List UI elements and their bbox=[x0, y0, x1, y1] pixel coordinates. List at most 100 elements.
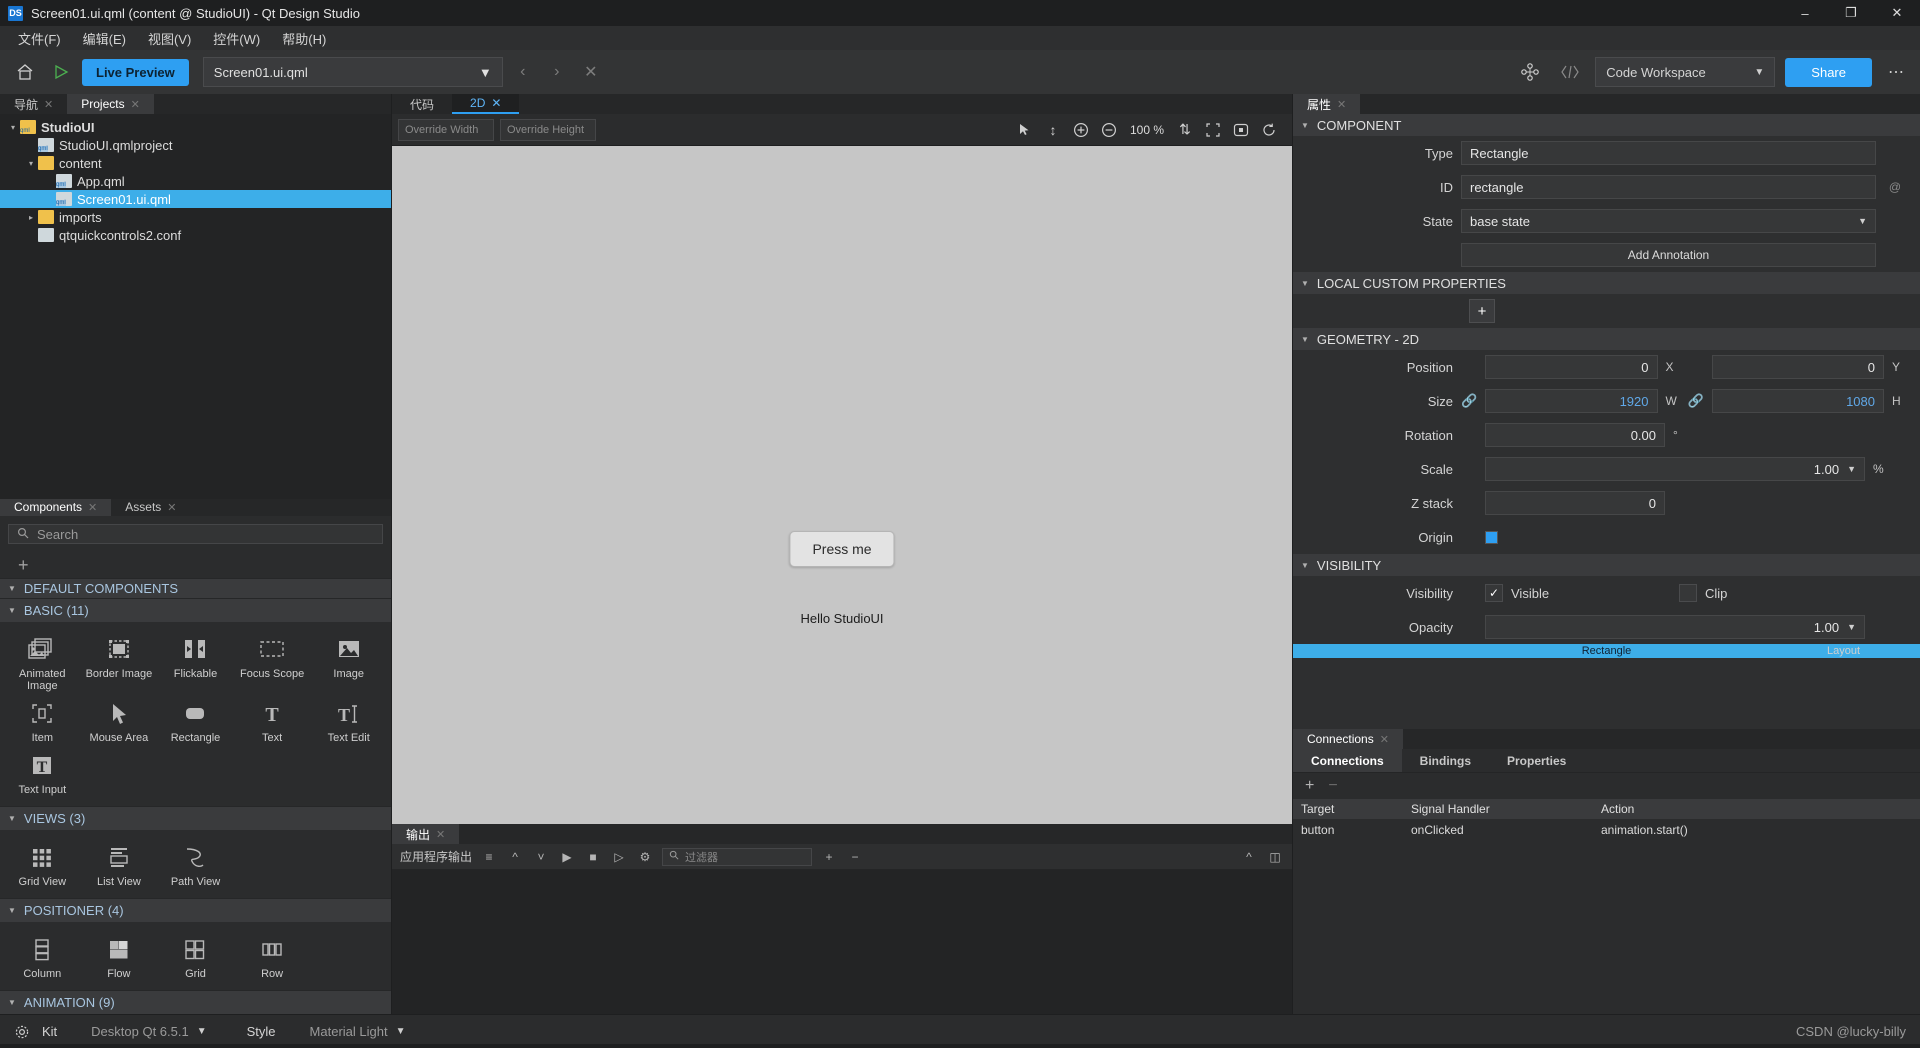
section-component[interactable]: ▼ COMPONENT bbox=[1293, 114, 1920, 136]
component-item-text-edit[interactable]: T Text Edit bbox=[310, 696, 387, 748]
output-text-area[interactable] bbox=[392, 870, 1292, 1014]
more-options-icon[interactable]: ⋯ bbox=[1882, 62, 1910, 82]
kit-selector[interactable]: Kit Desktop Qt 6.5.1 ▼ bbox=[42, 1024, 207, 1039]
tree-item-studioui[interactable]: ▾ StudioUI bbox=[0, 118, 391, 136]
component-item-animated-image[interactable]: Animated Image bbox=[4, 632, 81, 696]
component-item-rectangle[interactable]: Rectangle bbox=[157, 696, 234, 748]
nav-forward-button[interactable]: › bbox=[543, 58, 571, 86]
prev-item-icon[interactable]: ^ bbox=[506, 848, 524, 866]
component-item-flow[interactable]: Flow bbox=[81, 932, 158, 984]
visible-checkbox[interactable]: ✓ bbox=[1485, 584, 1503, 602]
close-file-button[interactable]: ✕ bbox=[577, 58, 605, 86]
section-local-custom-properties[interactable]: ▼ LOCAL CUSTOM PROPERTIES bbox=[1293, 272, 1920, 294]
zoom-level[interactable]: 100 % bbox=[1126, 123, 1168, 137]
clip-checkbox[interactable] bbox=[1679, 584, 1697, 602]
nodes-icon[interactable] bbox=[1515, 57, 1545, 87]
component-item-flickable[interactable]: Flickable bbox=[157, 632, 234, 696]
component-item-row[interactable]: Row bbox=[234, 932, 311, 984]
size-height-input[interactable]: 1080 bbox=[1711, 389, 1884, 413]
id-field[interactable]: rectangle bbox=[1461, 175, 1876, 199]
close-icon[interactable]: ✕ bbox=[491, 96, 501, 110]
press-me-button[interactable]: Press me bbox=[789, 531, 895, 567]
live-preview-button[interactable]: Live Preview bbox=[82, 58, 189, 86]
tab-components[interactable]: Components ✕ bbox=[0, 499, 112, 516]
close-icon[interactable]: ✕ bbox=[167, 501, 176, 514]
nav-back-button[interactable]: ‹ bbox=[509, 58, 537, 86]
tab-2d[interactable]: 2D ✕ bbox=[452, 94, 520, 114]
add-annotation-button[interactable]: Add Annotation bbox=[1461, 243, 1876, 267]
gear-icon[interactable]: ⚙ bbox=[636, 848, 654, 866]
section-visibility[interactable]: ▼ VISIBILITY bbox=[1293, 554, 1920, 576]
component-item-list-view[interactable]: List View bbox=[81, 840, 158, 892]
origin-swatch[interactable] bbox=[1485, 530, 1498, 544]
tab-connections[interactable]: Connections ✕ bbox=[1293, 729, 1403, 749]
opacity-input[interactable]: 1.00 ▼ bbox=[1485, 615, 1865, 639]
reset-view-icon[interactable] bbox=[1258, 119, 1280, 141]
override-height-input[interactable]: Override Height bbox=[500, 118, 596, 141]
section-header-basic[interactable]: ▼ BASIC (11) bbox=[0, 598, 391, 623]
tree-item-qtquickcontrols2-conf[interactable]: qtquickcontrols2.conf bbox=[0, 226, 391, 244]
design-canvas[interactable]: Press me Hello StudioUI bbox=[392, 146, 1292, 824]
run-icon[interactable]: ▶ bbox=[558, 848, 576, 866]
components-search[interactable]: Search bbox=[8, 523, 383, 545]
zoom-in-icon[interactable] bbox=[1070, 119, 1092, 141]
add-custom-property-button[interactable]: + bbox=[1469, 299, 1495, 323]
component-item-text-input[interactable]: T Text Input bbox=[4, 748, 81, 800]
component-item-border-image[interactable]: Border Image bbox=[81, 632, 158, 696]
remove-connection-button[interactable]: − bbox=[1328, 777, 1337, 795]
layout-label[interactable]: Layout bbox=[1827, 645, 1860, 657]
zoom-out-icon[interactable] bbox=[1098, 119, 1120, 141]
zoom-stepper-icon[interactable]: ⇅ bbox=[1174, 119, 1196, 141]
close-icon[interactable]: ✕ bbox=[131, 98, 140, 111]
project-tree[interactable]: ▾ StudioUI StudioUI.qmlproject ▾ content App.… bbox=[0, 114, 391, 499]
add-connection-button[interactable]: + bbox=[1305, 777, 1314, 795]
component-item-path-view[interactable]: Path View bbox=[157, 840, 234, 892]
tab-output[interactable]: 输出 ✕ bbox=[392, 824, 460, 844]
tab-properties[interactable]: 属性 ✕ bbox=[1293, 94, 1361, 114]
zoom-out-text-icon[interactable]: − bbox=[846, 848, 864, 866]
style-selector[interactable]: Style Material Light ▼ bbox=[247, 1024, 406, 1039]
table-row[interactable]: button onClicked animation.start() bbox=[1293, 819, 1920, 841]
collapse-output-icon[interactable]: ^ bbox=[1240, 848, 1258, 866]
close-icon[interactable]: ✕ bbox=[1380, 733, 1389, 746]
selection-strip[interactable]: Rectangle Layout bbox=[1293, 644, 1920, 658]
workspace-selector[interactable]: Code Workspace ▼ bbox=[1595, 57, 1776, 87]
component-item-mouse-area[interactable]: Mouse Area bbox=[81, 696, 158, 748]
hello-text[interactable]: Hello StudioUI bbox=[800, 611, 883, 626]
override-width-input[interactable]: Override Width bbox=[398, 118, 494, 141]
link-icon-2[interactable]: 🔗 bbox=[1688, 393, 1704, 409]
tab-code[interactable]: 代码 bbox=[392, 94, 452, 114]
scale-input[interactable]: 1.00 ▼ bbox=[1485, 457, 1865, 481]
close-icon[interactable]: ✕ bbox=[436, 828, 445, 841]
zoom-fit-all-icon[interactable] bbox=[1230, 119, 1252, 141]
subtab-bindings[interactable]: Bindings bbox=[1402, 749, 1489, 772]
output-filter-input[interactable]: 过滤器 bbox=[662, 847, 813, 866]
file-selector[interactable]: Screen01.ui.qml ▼ bbox=[202, 57, 503, 87]
link-icon[interactable]: 🔗 bbox=[1461, 393, 1477, 409]
gear-icon[interactable] bbox=[12, 1022, 32, 1042]
tab-navigator[interactable]: 导航 ✕ bbox=[0, 94, 68, 114]
stop-icon[interactable]: ■ bbox=[584, 848, 602, 866]
tree-item-studioui-qmlproject[interactable]: StudioUI.qmlproject bbox=[0, 136, 391, 154]
spinner-icon[interactable]: ↕ bbox=[1042, 119, 1064, 141]
zstack-input[interactable]: 0 bbox=[1485, 491, 1665, 515]
run-icon[interactable] bbox=[46, 57, 76, 87]
maximize-output-icon[interactable]: ◫ bbox=[1266, 848, 1284, 866]
properties-scroll[interactable]: ▼ COMPONENT Type Rectangle ID rectangle … bbox=[1293, 114, 1920, 729]
connections-table-body[interactable]: button onClicked animation.start() bbox=[1293, 819, 1920, 841]
component-item-text[interactable]: T Text bbox=[234, 696, 311, 748]
annotation-icon[interactable]: @ bbox=[1884, 180, 1906, 194]
code-view-icon[interactable] bbox=[1555, 57, 1585, 87]
tree-item-screen01-ui-qml[interactable]: Screen01.ui.qml bbox=[0, 190, 391, 208]
section-header-positioner[interactable]: ▼ POSITIONER (4) bbox=[0, 898, 391, 923]
tree-twisty-icon[interactable]: ▸ bbox=[24, 213, 38, 222]
word-wrap-icon[interactable]: ≡ bbox=[480, 848, 498, 866]
zoom-fit-selection-icon[interactable] bbox=[1202, 119, 1224, 141]
component-item-grid-view[interactable]: Grid View bbox=[4, 840, 81, 892]
close-button[interactable]: ✕ bbox=[1874, 0, 1920, 26]
attach-debugger-icon[interactable]: ▷ bbox=[610, 848, 628, 866]
close-icon[interactable]: ✕ bbox=[1337, 98, 1346, 111]
component-item-image[interactable]: Image bbox=[310, 632, 387, 696]
state-dropdown[interactable]: base state ▼ bbox=[1461, 209, 1876, 233]
close-icon[interactable]: ✕ bbox=[88, 501, 97, 514]
